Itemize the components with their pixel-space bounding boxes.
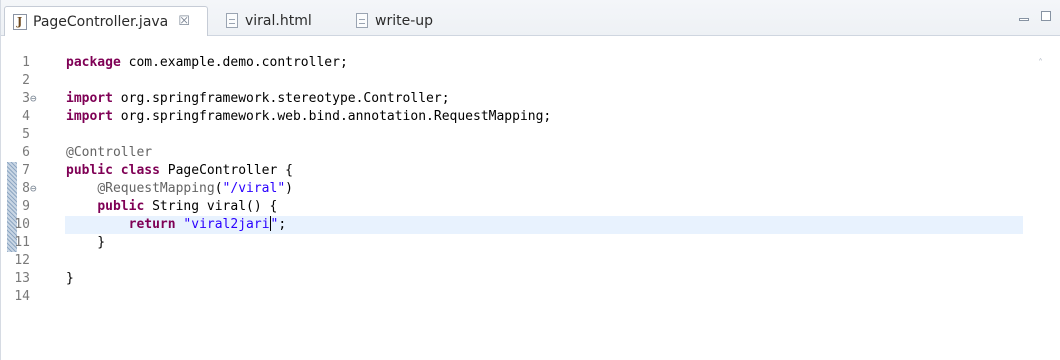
line-number: 11 [14,235,30,250]
line-number: 8 [22,181,30,196]
code-line[interactable]: 12 [1,252,1041,270]
code-line[interactable]: 7 public class PageController { [1,162,1041,180]
tab-pagecontroller-java[interactable]: J PageController.java ☒ [4,6,208,36]
fold-toggle-icon[interactable]: ⊖ [30,180,37,198]
code-token: import [66,109,113,124]
code-token: public [97,199,145,214]
code-line[interactable]: 11 } [1,234,1041,252]
minimize-icon[interactable] [1019,10,1029,25]
code-token: } [66,235,106,250]
line-number: 3 [22,91,30,106]
tab-write-up[interactable]: write-up [356,6,433,35]
code-line[interactable]: 8 ⊖ @RequestMapping("/viral") [1,180,1041,198]
code-token: org.springframework.stereotype.Controlle… [112,91,450,106]
code-line[interactable]: 1 package com.example.demo.controller; [1,54,1041,72]
code-text: import org.springframework.stereotype.Co… [66,90,450,108]
tab-label: write-up [375,12,434,29]
line-number: 4 [22,109,30,124]
code-token: "/viral" [222,181,286,196]
line-number: 9 [22,199,30,214]
code-text: package com.example.demo.controller; [66,54,348,72]
line-number: 5 [22,127,30,142]
line-number: 13 [14,271,30,286]
code-token: PageController { [159,163,293,178]
code-text: public String viral() { [66,198,277,216]
java-file-icon: J [13,13,27,30]
code-line[interactable]: 6 @Controller [1,144,1041,162]
code-text: @Controller [66,144,152,162]
code-text: } [66,234,105,252]
fold-toggle-icon[interactable]: ⊖ [30,90,37,108]
code-token: @Controller [66,145,153,160]
line-number: 2 [22,73,30,88]
code-token: com.example.demo.controller; [120,55,348,70]
tab-label: PageController.java [33,13,169,30]
line-number: 12 [14,253,30,268]
code-token: import [66,91,113,106]
code-token: public [66,163,113,178]
code-line[interactable]: 4 import org.springframework.web.bind.ann… [1,108,1041,126]
code-token: ; [278,217,287,232]
line-number: 1 [22,55,30,70]
line-number: 7 [22,163,30,178]
editor-window: J PageController.java ☒ viral.html write… [0,0,1060,360]
code-text: } [66,270,74,288]
code-token: ( [214,181,223,196]
code-line[interactable]: 13} [1,270,1041,288]
code-text: return "viral2jari"; [66,216,286,234]
code-line[interactable]: 2 [1,72,1041,90]
code-text: public class PageController { [66,162,293,180]
code-line[interactable]: 10 return "viral2jari"; [1,216,1041,234]
code-token: } [66,271,74,286]
code-token: "viral2jari [183,217,270,232]
code-line[interactable]: 14 [1,288,1041,306]
editor-tab-bar: J PageController.java ☒ viral.html write… [1,0,1060,36]
close-tab-icon[interactable]: ☒ [178,14,190,29]
code-editor[interactable]: ˄ 1 package com.example.demo.controller; 2… [1,36,1060,360]
code-token: @RequestMapping [97,181,215,196]
line-number: 14 [14,289,30,304]
line-number: 10 [14,217,30,232]
line-number: 6 [22,145,30,160]
code-token: package [66,55,121,70]
code-token: class [120,163,160,178]
code-token: ) [285,181,293,196]
code-token: return [128,217,176,232]
code-text: @RequestMapping("/viral") [66,180,293,198]
code-text: import org.springframework.web.bind.anno… [66,108,551,126]
code-token: String viral() { [144,199,278,214]
code-token: org.springframework.web.bind.annotation.… [112,109,552,124]
maximize-icon[interactable] [1041,10,1051,25]
html-file-icon [226,13,238,28]
code-line[interactable]: 3 ⊖ import org.springframework.stereotype.… [1,90,1041,108]
text-file-icon [356,13,368,28]
code-line[interactable]: 5 [1,126,1041,144]
tab-label: viral.html [245,12,312,29]
tab-viral-html[interactable]: viral.html [226,6,312,35]
code-line[interactable]: 9 public String viral() { [1,198,1041,216]
